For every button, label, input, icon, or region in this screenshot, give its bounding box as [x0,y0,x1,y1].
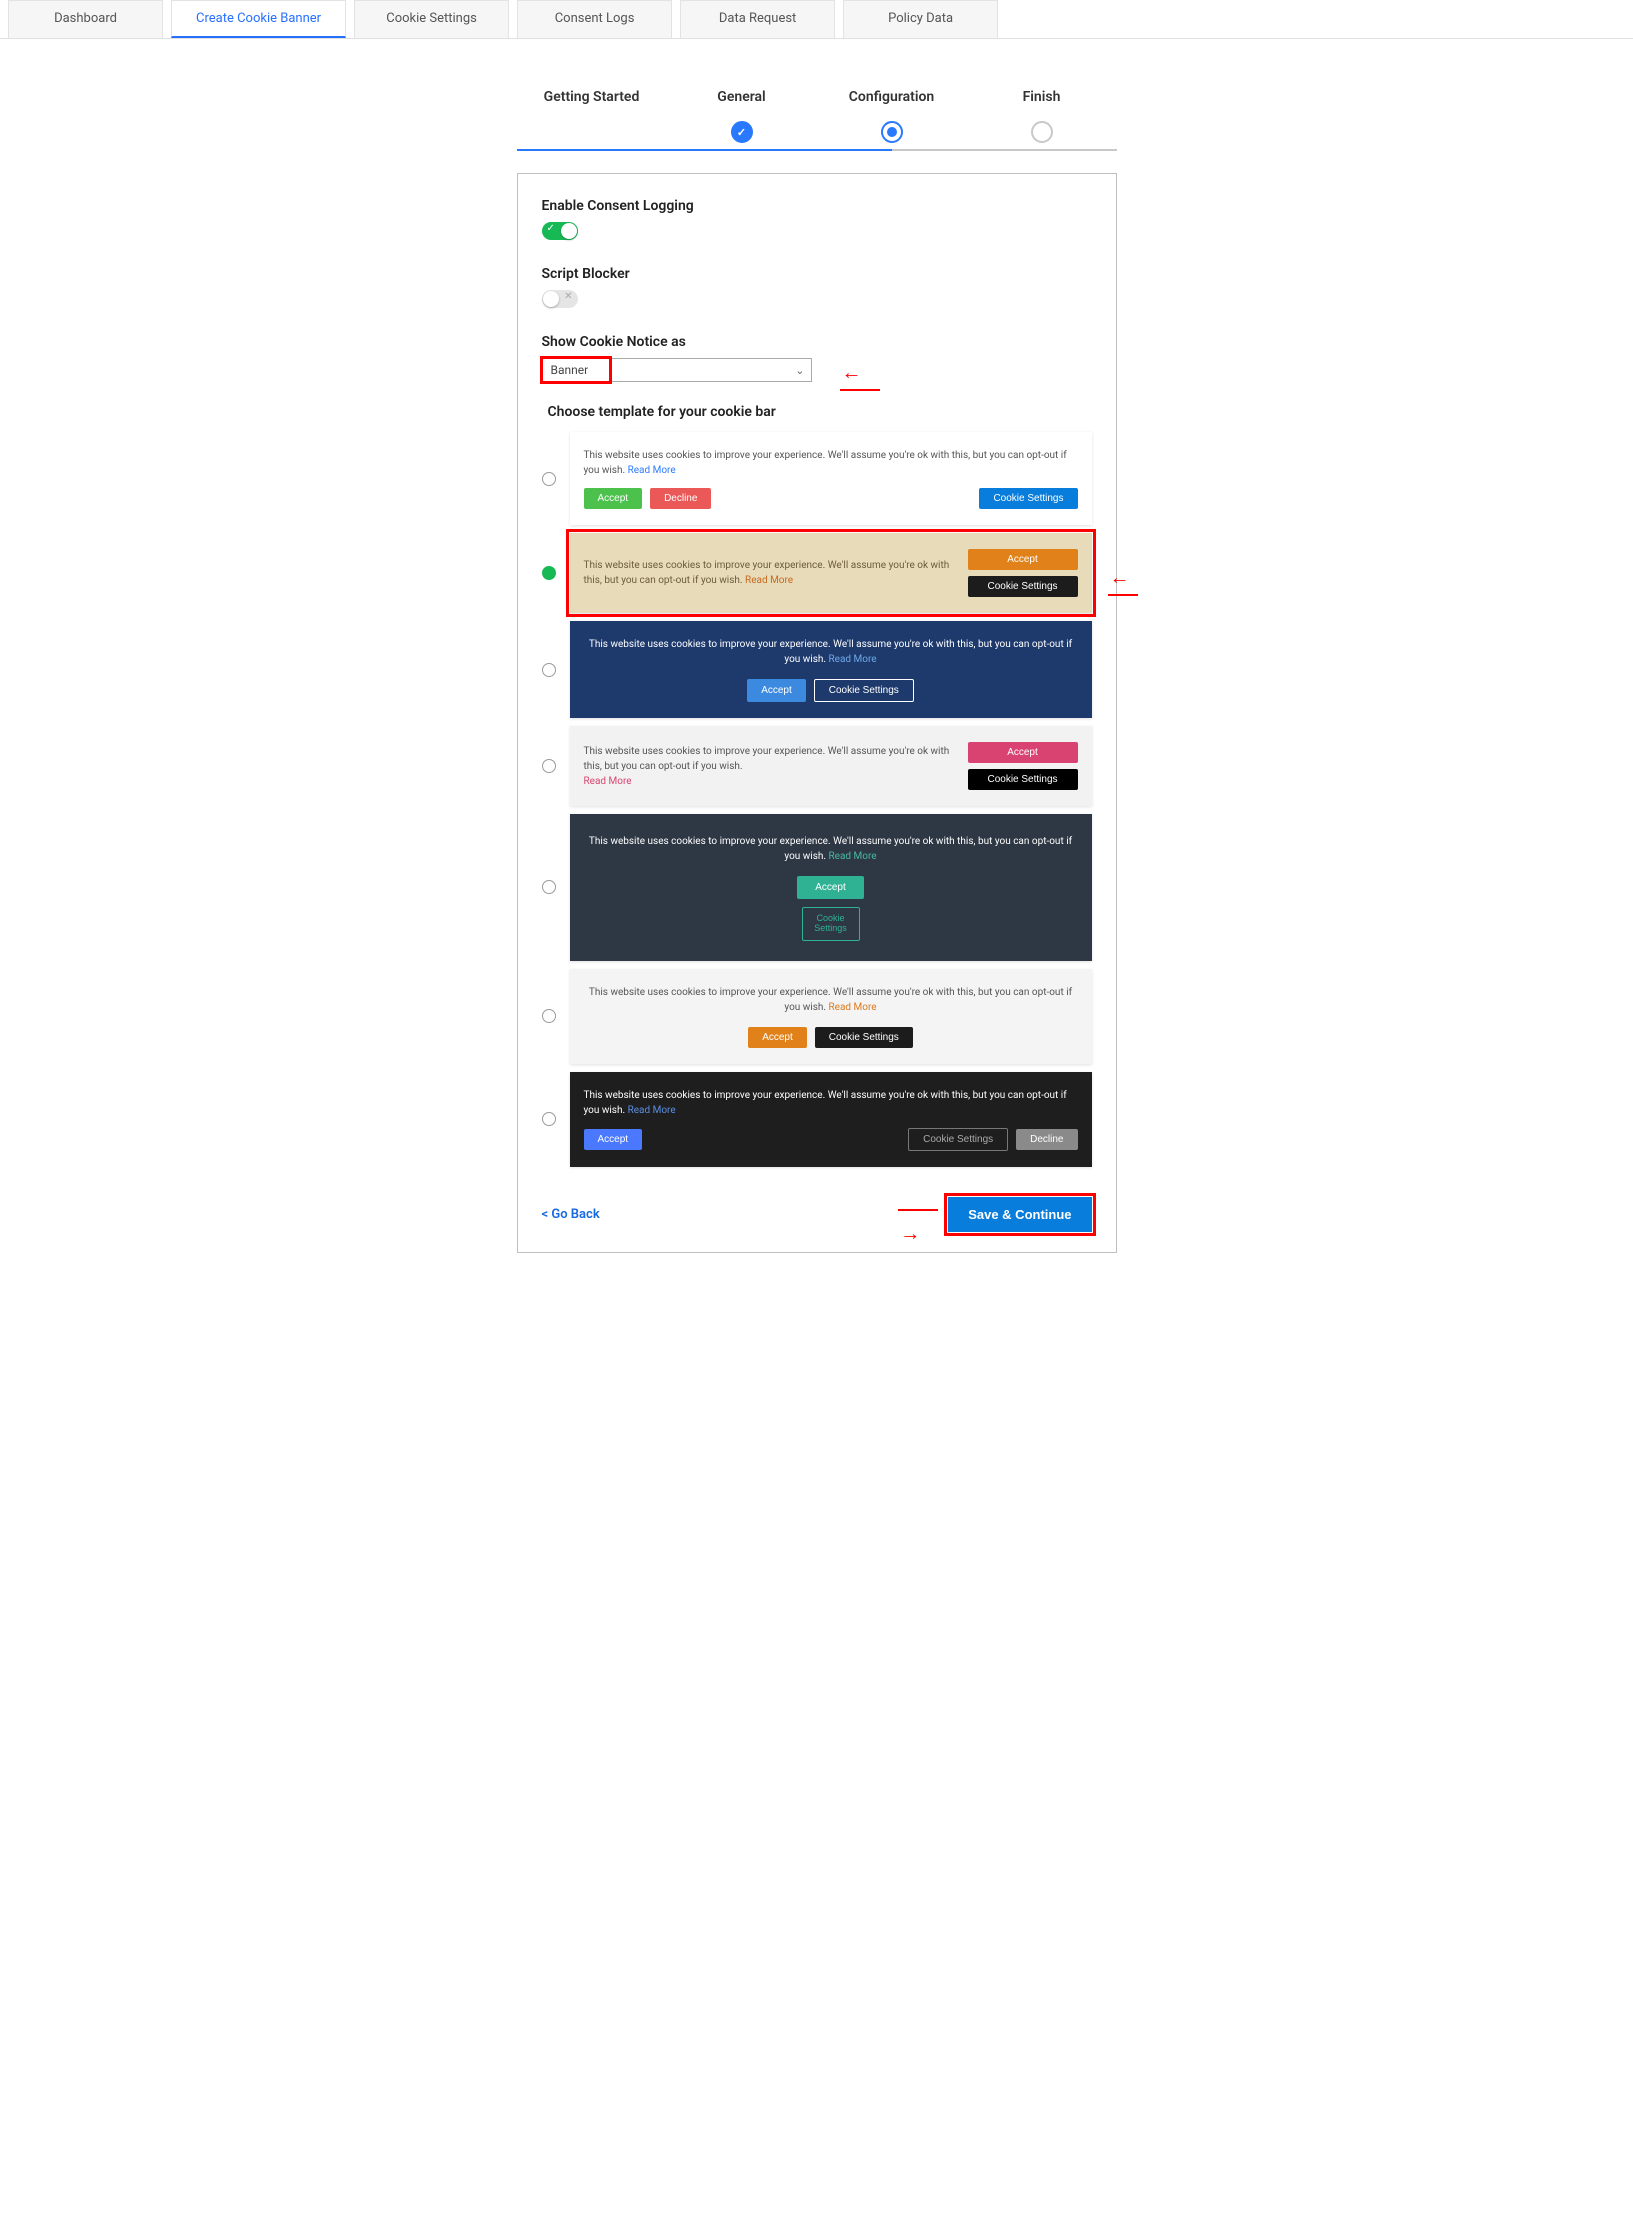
choose-template-label: Choose template for your cookie bar [548,404,1092,420]
show-notice-as-value: Banner [551,363,589,377]
template-6-preview[interactable]: This website uses cookies to improve you… [570,969,1092,1064]
template-7-accept-button: Accept [584,1129,643,1150]
template-3-settings-button: Cookie Settings [814,679,914,702]
template-5-radio[interactable] [542,880,556,894]
wizard-steps: Getting Started General Configuration Fi… [517,89,1117,143]
template-7-radio[interactable] [542,1112,556,1126]
tab-data-request[interactable]: Data Request [680,0,835,38]
step-finish: Finish [967,89,1117,105]
annotation-arrow-template: ← [1110,565,1138,606]
step-general: General [667,89,817,105]
step-indicator-2 [731,121,753,143]
annotation-arrow-save: → [900,1205,936,1246]
config-panel: Enable Consent Logging Script Blocker ✕ … [517,173,1117,1253]
template-2-preview[interactable]: This website uses cookies to improve you… [570,533,1092,613]
show-notice-as-label: Show Cookie Notice as [542,334,1092,350]
template-6-radio[interactable] [542,1009,556,1023]
template-4-preview[interactable]: This website uses cookies to improve you… [570,726,1092,806]
annotation-arrow-select: ← [842,360,880,401]
step-indicator-4 [1031,121,1053,143]
enable-consent-logging-label: Enable Consent Logging [542,198,1092,214]
enable-consent-logging-toggle[interactable] [542,222,578,240]
script-blocker-toggle[interactable]: ✕ [542,290,578,308]
template-4-settings-button: Cookie Settings [968,769,1078,790]
template-5-preview[interactable]: This website uses cookies to improve you… [570,814,1092,961]
template-3-accept-button: Accept [747,679,806,702]
template-7-preview[interactable]: This website uses cookies to improve you… [570,1072,1092,1167]
template-6-settings-button: Cookie Settings [815,1027,913,1048]
template-6-accept-button: Accept [748,1027,807,1048]
tab-policy-data[interactable]: Policy Data [843,0,998,38]
save-continue-button[interactable]: Save & Continue [948,1197,1091,1232]
template-1-preview[interactable]: This website uses cookies to improve you… [570,432,1092,525]
step-indicator-3 [881,121,903,143]
tab-cookie-settings[interactable]: Cookie Settings [354,0,509,38]
script-blocker-label: Script Blocker [542,266,1092,282]
tab-dashboard[interactable]: Dashboard [8,0,163,38]
template-1-decline-button: Decline [650,488,711,509]
template-4-accept-button: Accept [968,742,1078,763]
template-1-settings-button: Cookie Settings [979,488,1077,509]
chevron-down-icon: ⌄ [795,364,804,377]
template-2-radio[interactable] [542,566,556,580]
go-back-link[interactable]: < Go Back [542,1207,600,1222]
template-3-radio[interactable] [542,663,556,677]
show-notice-as-select[interactable]: Banner ⌄ [542,358,812,382]
template-2-settings-button: Cookie Settings [968,576,1078,597]
tab-consent-logs[interactable]: Consent Logs [517,0,672,38]
step-configuration: Configuration [817,89,967,105]
template-7-decline-button: Decline [1016,1129,1077,1150]
top-nav-tabs: Dashboard Create Cookie Banner Cookie Se… [0,0,1633,39]
template-5-accept-button: Accept [797,876,864,899]
template-1-radio[interactable] [542,472,556,486]
tab-create-cookie-banner[interactable]: Create Cookie Banner [171,0,346,38]
template-5-settings-button: Cookie Settings [802,907,860,941]
template-1-accept-button: Accept [584,488,643,509]
template-3-preview[interactable]: This website uses cookies to improve you… [570,621,1092,718]
template-7-settings-button: Cookie Settings [908,1128,1008,1151]
step-getting-started: Getting Started [517,89,667,105]
template-4-radio[interactable] [542,759,556,773]
template-2-accept-button: Accept [968,549,1078,570]
